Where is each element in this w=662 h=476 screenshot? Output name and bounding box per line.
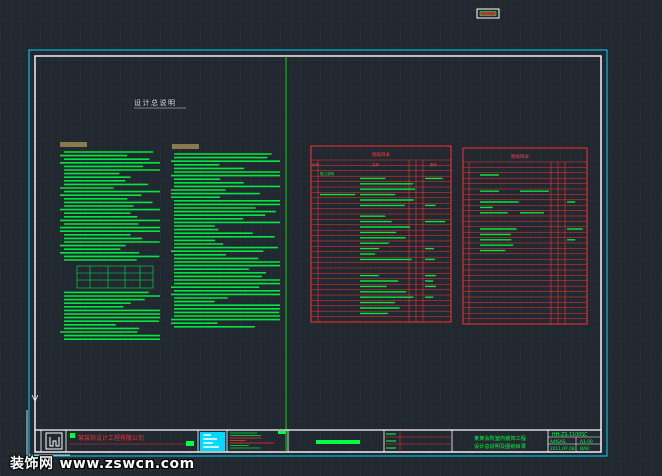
- table-left-col2: 名称: [372, 162, 380, 167]
- drawing-number: HH-ZS-1100SC: [552, 432, 588, 438]
- table-left-col1: 序号: [312, 162, 320, 167]
- project-name-line1: 某某会所室内装饰工程: [474, 434, 526, 442]
- watermark-url: www.zswcn.com: [59, 456, 195, 472]
- project-name-line2: 设计总说明及图纸目录: [474, 442, 526, 450]
- drawing-version: DA0: [580, 446, 589, 452]
- table-right-title: 图纸目录: [511, 153, 529, 160]
- drawing-scale: A4ISAS: [550, 439, 566, 445]
- notes-col2-header: [172, 144, 199, 149]
- watermark-brand: 装饰网: [10, 456, 54, 472]
- notes-title: 设计总说明: [134, 98, 177, 107]
- drawing-date: 2011.07.08: [550, 446, 575, 452]
- company-name: 某装饰设计工程有限公司: [78, 434, 144, 442]
- table-left-row1: 施工说明: [320, 171, 334, 176]
- site-watermark: 装饰网 www.zswcn.com: [10, 455, 201, 473]
- table-left-title: 图纸目录: [372, 151, 390, 158]
- cad-canvas[interactable]: 设计总说明 图纸目录 序号 名称 图号 施工说明 图纸目录 某装饰设计工程有限公…: [0, 0, 662, 476]
- table-left-col3: 图号: [430, 162, 438, 167]
- signature-bar: [316, 440, 360, 444]
- sheet-number: A1-00: [580, 439, 593, 445]
- notes-col1-header: [60, 142, 87, 147]
